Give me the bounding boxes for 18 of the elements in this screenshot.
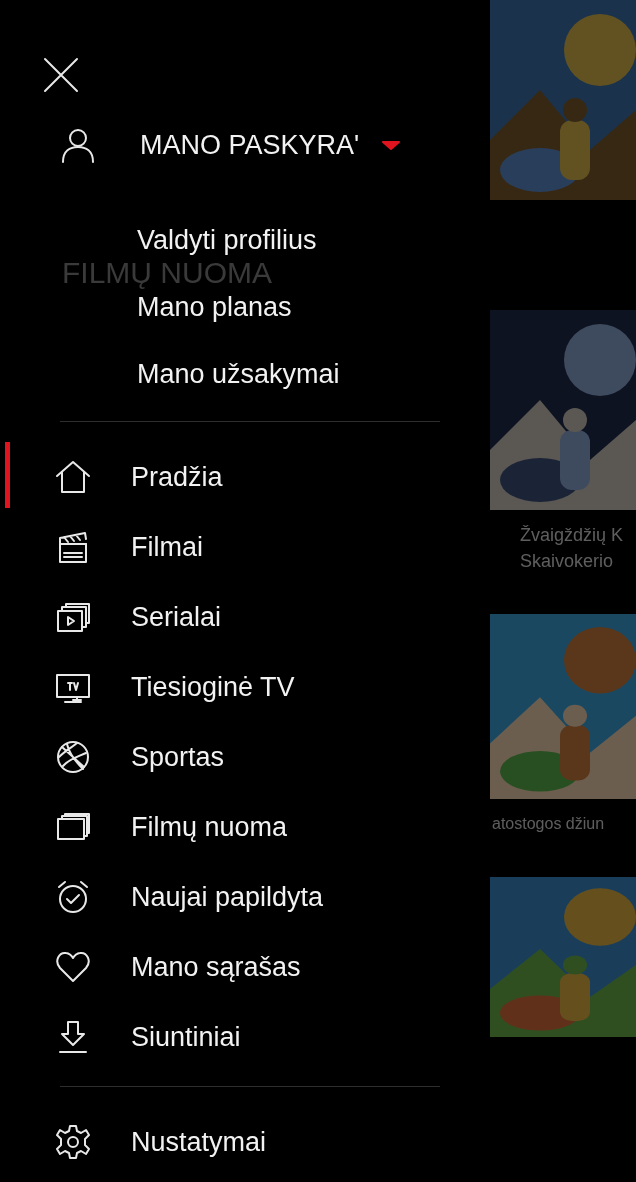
caption-text: Skaivokerio [520,550,615,573]
submenu-item[interactable]: Mano užsakymai [137,358,340,390]
account-toggle[interactable]: MANO PASKYRA' [0,110,470,180]
menu-item[interactable]: Siuntiniai [0,1002,470,1072]
menu-item[interactable]: Nustatymai [0,1107,470,1177]
menu-item[interactable]: Naujai papildyta [0,862,470,932]
caption-text: atostogos džiun [492,814,606,834]
menu-item[interactable]: Mano sąrašas [0,932,470,1002]
caption-text: Žvaigždžių K [520,524,625,547]
menu-item[interactable]: Sportas [0,722,470,792]
submenu-item[interactable]: Mano planas [137,291,292,323]
submenu-item[interactable]: Valdyti profilius [137,224,317,256]
menu-item[interactable]: Filmai [0,512,470,582]
section-heading: FILMŲ NUOMA [62,258,273,288]
menu-item[interactable]: Pradžia [0,442,470,512]
menu-item[interactable]: Filmų nuoma [0,792,470,862]
menu-item[interactable]: Tiesioginė TV [0,652,470,722]
menu-item[interactable]: Serialai [0,582,470,652]
